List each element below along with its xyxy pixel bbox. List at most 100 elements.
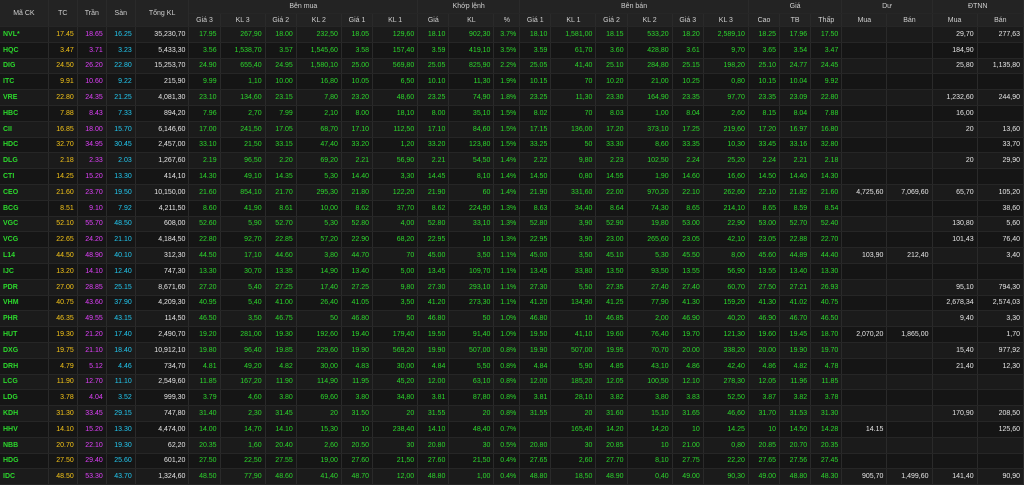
header-tran[interactable]: Trần xyxy=(77,0,107,27)
cell-ban-gia3[interactable]: 8.04 xyxy=(672,105,704,122)
header-tc[interactable]: TC xyxy=(48,0,78,27)
cell-ban-gia3[interactable]: 27.40 xyxy=(672,279,704,296)
cell-ban-kl3[interactable]: 8,00 xyxy=(703,247,749,264)
cell-mua-kl2[interactable]: 14,90 xyxy=(296,263,342,280)
cell-ban-kl1[interactable]: 18,50 xyxy=(550,468,597,485)
cell-ban-kl1[interactable]: 5,50 xyxy=(550,279,597,296)
table-row[interactable]: HUT 19.30 21.20 17.40 2,490,70 19.20 281,00 19.… xyxy=(0,326,1024,343)
header-thap[interactable]: Thấp xyxy=(810,13,843,27)
cell-symbol[interactable]: PHR xyxy=(0,310,49,328)
cell-mua-gia1[interactable]: 33.20 xyxy=(341,137,374,154)
cell-mua-gia1[interactable]: 46.80 xyxy=(341,310,374,328)
cell-mua-kl1[interactable]: 129,60 xyxy=(372,26,419,43)
cell-mua-kl3[interactable]: 5,40 xyxy=(220,279,266,296)
cell-mua-kl3[interactable]: 241,50 xyxy=(220,121,266,138)
cell-ban-kl2[interactable]: 970,20 xyxy=(627,184,673,201)
cell-symbol[interactable]: NBB xyxy=(0,437,49,454)
header-nn-mua[interactable]: Mua xyxy=(932,13,978,27)
cell-mua-kl2[interactable]: 1,545,60 xyxy=(296,42,342,59)
cell-ban-kl2[interactable]: 265,60 xyxy=(627,231,673,249)
cell-ban-kl1[interactable]: 50 xyxy=(550,137,597,154)
cell-ban-kl2[interactable]: 76,40 xyxy=(627,326,673,343)
cell-ban-kl2[interactable]: 10 xyxy=(627,437,673,454)
cell-mua-gia3[interactable]: 3.79 xyxy=(188,389,221,407)
header-nn-ban[interactable]: Bán xyxy=(977,13,1024,27)
cell-ban-gia3[interactable]: 23.05 xyxy=(672,231,704,249)
cell-mua-gia2[interactable]: 18.00 xyxy=(265,26,297,43)
cell-mua-kl3[interactable]: 22,50 xyxy=(220,453,266,470)
cell-ban-gia2[interactable]: 3.82 xyxy=(595,389,628,407)
table-row[interactable]: IDC 48.50 53.30 43.70 1,324,60 48.50 77,90 48.6… xyxy=(0,468,1024,485)
cell-mua-kl3[interactable]: 167,20 xyxy=(220,374,266,391)
cell-mua-kl1[interactable]: 45,20 xyxy=(372,374,419,391)
cell-mua-kl1[interactable]: 56,90 xyxy=(372,152,419,170)
cell-mua-kl2[interactable]: 20 xyxy=(296,405,342,422)
cell-ban-kl3[interactable]: 90,30 xyxy=(703,468,749,485)
cell-mua-kl1[interactable]: 20 xyxy=(372,405,419,422)
cell-ban-gia2[interactable]: 23.00 xyxy=(595,231,628,249)
header-mua-kl3[interactable]: KL 3 xyxy=(220,13,266,27)
cell-ban-gia2[interactable]: 48.90 xyxy=(595,468,628,485)
cell-ban-gia3[interactable]: 53.00 xyxy=(672,216,704,233)
cell-ban-kl3[interactable]: 42,40 xyxy=(703,358,749,375)
header-khop-kl[interactable]: KL xyxy=(448,13,495,27)
cell-symbol[interactable]: LDG xyxy=(0,389,49,407)
cell-ban-kl3[interactable]: 60,70 xyxy=(703,279,749,296)
cell-ban-kl2[interactable]: 21,00 xyxy=(627,73,673,91)
cell-ban-gia3[interactable]: 22.10 xyxy=(672,184,704,201)
cell-ban-gia3[interactable]: 14.60 xyxy=(672,168,704,185)
table-row[interactable]: VRE 22.80 24.35 21.25 4,081,30 23.10 134,60 23.… xyxy=(0,89,1024,106)
cell-symbol[interactable]: VCG xyxy=(0,231,49,249)
cell-ban-kl1[interactable]: 70 xyxy=(550,73,597,91)
cell-mua-kl2[interactable]: 232,50 xyxy=(296,26,342,43)
cell-ban-gia1[interactable]: 19.90 xyxy=(519,342,552,359)
cell-mua-kl1[interactable]: 34,80 xyxy=(372,389,419,407)
header-ban-gia1[interactable]: Giá 1 xyxy=(519,13,552,27)
cell-ban-kl3[interactable]: 14.25 xyxy=(703,421,749,438)
cell-ban-kl1[interactable]: 61,70 xyxy=(550,42,597,59)
cell-mua-kl1[interactable]: 37,70 xyxy=(372,200,419,217)
cell-mua-gia2[interactable]: 46.75 xyxy=(265,310,297,328)
cell-ban-gia2[interactable]: 4.85 xyxy=(595,358,628,375)
cell-ban-gia2[interactable]: 8.03 xyxy=(595,105,628,122)
cell-symbol[interactable]: HBC xyxy=(0,105,49,122)
cell-ban-kl1[interactable]: 70 xyxy=(550,105,597,122)
cell-ban-gia2[interactable]: 18.15 xyxy=(595,26,628,43)
cell-mua-gia1[interactable]: 17.10 xyxy=(341,121,374,138)
cell-mua-gia3[interactable]: 14.00 xyxy=(188,421,221,438)
cell-mua-gia3[interactable]: 40.95 xyxy=(188,295,221,312)
cell-ban-kl1[interactable]: 33,80 xyxy=(550,263,597,280)
cell-symbol[interactable]: HHV xyxy=(0,421,49,438)
cell-ban-gia1[interactable]: 4.84 xyxy=(519,358,552,375)
header-mua-kl2[interactable]: KL 2 xyxy=(296,13,342,27)
cell-symbol[interactable]: BCG xyxy=(0,200,49,217)
cell-mua-kl1[interactable]: 21,50 xyxy=(372,453,419,470)
cell-mua-kl1[interactable]: 3,30 xyxy=(372,168,419,185)
cell-mua-kl3[interactable]: 96,40 xyxy=(220,342,266,359)
table-row[interactable]: VCG 22.65 24.20 21.10 4,184,50 22.80 92,70 22.8… xyxy=(0,231,1024,249)
cell-ban-gia1[interactable]: 48.80 xyxy=(519,468,552,485)
cell-ban-kl2[interactable]: 15,10 xyxy=(627,405,673,422)
cell-ban-kl1[interactable]: 5,90 xyxy=(550,358,597,375)
cell-mua-gia1[interactable]: 44.70 xyxy=(341,247,374,264)
cell-ban-gia1[interactable]: 31.55 xyxy=(519,405,552,422)
cell-mua-gia2[interactable]: 3.80 xyxy=(265,389,297,407)
cell-mua-gia3[interactable]: 24.90 xyxy=(188,58,221,75)
cell-ban-kl1[interactable]: 507,00 xyxy=(550,342,597,359)
cell-ban-kl3[interactable]: 22,90 xyxy=(703,216,749,233)
header-khop-gia[interactable]: Giá xyxy=(417,13,450,27)
cell-mua-gia3[interactable]: 22.80 xyxy=(188,231,221,249)
cell-symbol[interactable]: ITC xyxy=(0,73,49,91)
cell-ban-gia2[interactable]: 27.35 xyxy=(595,279,628,296)
cell-mua-kl3[interactable]: 1,538,70 xyxy=(220,42,266,59)
header-du-mua[interactable]: Mua xyxy=(841,13,888,27)
cell-ban-gia1[interactable]: 33.25 xyxy=(519,137,552,154)
cell-mua-gia3[interactable]: 7.96 xyxy=(188,105,221,122)
cell-mua-kl1[interactable]: 70 xyxy=(372,247,419,264)
cell-mua-gia3[interactable]: 31.40 xyxy=(188,405,221,422)
cell-ban-kl1[interactable]: 2,60 xyxy=(550,453,597,470)
cell-ban-kl1[interactable]: 0,80 xyxy=(550,168,597,185)
cell-mua-kl2[interactable]: 69,20 xyxy=(296,152,342,170)
cell-mua-gia2[interactable]: 2.20 xyxy=(265,152,297,170)
cell-ban-gia1[interactable]: 45.00 xyxy=(519,247,552,264)
